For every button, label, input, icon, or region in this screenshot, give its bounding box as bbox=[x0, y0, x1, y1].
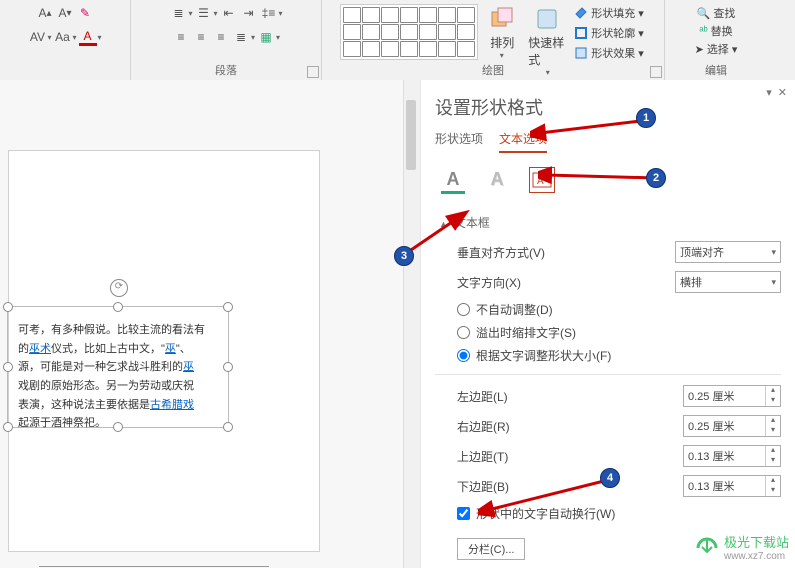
shape-effects-button[interactable]: 形状效果 ▾ bbox=[572, 44, 646, 62]
svg-text:A: A bbox=[537, 176, 544, 187]
replace-button[interactable]: ᵃᵇ替换 bbox=[697, 22, 734, 40]
badge-3: 3 bbox=[394, 246, 414, 266]
handle-w[interactable] bbox=[3, 362, 13, 372]
arrange-icon bbox=[488, 6, 516, 34]
handle-e[interactable] bbox=[223, 362, 233, 372]
margin-left-label: 左边距(L) bbox=[457, 388, 508, 405]
margin-top-label: 上边距(T) bbox=[457, 448, 508, 465]
handle-nw[interactable] bbox=[3, 302, 13, 312]
ruler-line bbox=[39, 566, 269, 567]
scroll-thumb[interactable] bbox=[406, 100, 416, 170]
handle-n[interactable] bbox=[113, 302, 123, 312]
logo-icon bbox=[694, 534, 720, 560]
cursor-icon: ➤ bbox=[695, 43, 704, 56]
shapes-gallery[interactable] bbox=[340, 4, 478, 60]
bullets-icon[interactable]: ≣ bbox=[169, 4, 187, 22]
link-wu[interactable]: 巫 bbox=[165, 343, 176, 355]
dir-select[interactable]: 横排▾ bbox=[675, 271, 781, 293]
handle-se[interactable] bbox=[223, 422, 233, 432]
drawing-dialog-icon[interactable] bbox=[650, 66, 662, 78]
link-wu2[interactable]: 巫 bbox=[183, 361, 194, 373]
bucket-icon bbox=[574, 6, 588, 20]
margin-left-input[interactable]: 0.25 厘米▴▾ bbox=[683, 385, 781, 407]
effects-icon bbox=[574, 46, 588, 60]
pane-tabs: 形状选项 文本选项 bbox=[435, 130, 781, 153]
pane-dropdown-icon[interactable]: ▾ bbox=[766, 86, 772, 99]
paragraph-dialog-icon[interactable] bbox=[307, 66, 319, 78]
margin-bottom-label: 下边距(B) bbox=[457, 478, 509, 495]
arrange-button[interactable]: 排列▾ bbox=[480, 4, 524, 62]
margin-top-input[interactable]: 0.13 厘米▴▾ bbox=[683, 445, 781, 467]
select-button[interactable]: ➤选择 ▾ bbox=[693, 40, 740, 58]
font-group: A▴ A▾ ✎ AV▾ Aa▾ A▾ bbox=[0, 0, 131, 80]
margin-right-input[interactable]: 0.25 厘米▴▾ bbox=[683, 415, 781, 437]
wrap-checkbox[interactable]: 形状中的文字自动换行(W) bbox=[457, 505, 781, 522]
textbox-selection[interactable]: ⟳ 可考，有多种假说。比较主流的看法有 的巫术仪式，比如上古中文，"巫"、 源，… bbox=[7, 306, 229, 428]
clear-format-icon[interactable]: ✎ bbox=[76, 4, 94, 22]
numbering-icon[interactable]: ☰ bbox=[194, 4, 212, 22]
align-center-icon[interactable]: ≡ bbox=[192, 28, 210, 46]
valign-label: 垂直对齐方式(V) bbox=[457, 244, 545, 261]
badge-1: 1 bbox=[636, 108, 656, 128]
shape-fill-button[interactable]: 形状填充 ▾ bbox=[572, 4, 646, 22]
replace-icon: ᵃᵇ bbox=[699, 25, 707, 37]
editing-group: 🔍查找 ᵃᵇ替换 ➤选择 ▾ 编辑 bbox=[665, 0, 767, 80]
rotate-handle[interactable]: ⟳ bbox=[110, 279, 128, 297]
scrollbar[interactable] bbox=[403, 80, 420, 568]
badge-2: 2 bbox=[646, 168, 666, 188]
chevron-down-icon: ▾ bbox=[771, 247, 776, 258]
badge-4: 4 bbox=[600, 468, 620, 488]
watermark: 极光下载站www.xz7.com bbox=[694, 532, 789, 562]
link-wushu[interactable]: 巫术 bbox=[29, 343, 51, 355]
align-left-icon[interactable]: ≡ bbox=[172, 28, 190, 46]
drawing-label: 绘图 bbox=[322, 62, 664, 78]
quickstyle-icon bbox=[534, 6, 562, 34]
align-right-icon[interactable]: ≡ bbox=[212, 28, 230, 46]
search-icon: 🔍 bbox=[697, 7, 711, 20]
ribbon: A▴ A▾ ✎ AV▾ Aa▾ A▾ ≣▾ ☰▾ ⇤ ⇥ ‡≡▾ ≡ ≡ ≡ ≣… bbox=[0, 0, 795, 81]
outline-icon bbox=[574, 26, 588, 40]
dir-label: 文字方向(X) bbox=[457, 274, 521, 291]
char-shading-icon[interactable]: AV bbox=[28, 28, 46, 46]
valign-select[interactable]: 顶端对齐▾ bbox=[675, 241, 781, 263]
decrease-font-icon[interactable]: A▾ bbox=[56, 4, 74, 22]
textbox-icon[interactable]: A bbox=[529, 167, 555, 193]
handle-ne[interactable] bbox=[223, 302, 233, 312]
text-effects-icon[interactable]: A bbox=[485, 167, 509, 191]
pane-close-icon[interactable]: ✕ bbox=[778, 86, 787, 99]
link-greek[interactable]: 古希腊戏 bbox=[150, 399, 194, 411]
justify-icon[interactable]: ≣ bbox=[232, 28, 250, 46]
format-shape-pane: ▾✕ 设置形状格式 形状选项 文本选项 A A A 文本框 垂直对齐方式(V) … bbox=[420, 80, 795, 568]
document-area: ⟳ 可考，有多种假说。比较主流的看法有 的巫术仪式，比如上古中文，"巫"、 源，… bbox=[0, 80, 420, 568]
paragraph-label: 段落 bbox=[131, 62, 321, 78]
line-spacing-icon[interactable]: ‡≡ bbox=[260, 4, 278, 22]
change-case-icon[interactable]: Aa bbox=[53, 28, 71, 46]
margin-right-label: 右边距(R) bbox=[457, 418, 510, 435]
handle-s[interactable] bbox=[113, 422, 123, 432]
indent-dec-icon[interactable]: ⇤ bbox=[220, 4, 238, 22]
text-fill-icon[interactable]: A bbox=[441, 167, 465, 194]
slide: ⟳ 可考，有多种假说。比较主流的看法有 的巫术仪式，比如上古中文，"巫"、 源，… bbox=[8, 150, 320, 552]
increase-font-icon[interactable]: A▴ bbox=[36, 4, 54, 22]
tab-shape-options[interactable]: 形状选项 bbox=[435, 130, 483, 153]
margin-bottom-input[interactable]: 0.13 厘米▴▾ bbox=[683, 475, 781, 497]
editing-label: 编辑 bbox=[665, 62, 767, 78]
tab-text-options[interactable]: 文本选项 bbox=[499, 130, 547, 153]
radio-shrink[interactable]: 溢出时缩排文字(S) bbox=[457, 324, 781, 341]
find-button[interactable]: 🔍查找 bbox=[695, 4, 738, 22]
radio-resize[interactable]: 根据文字调整形状大小(F) bbox=[457, 347, 781, 364]
handle-sw[interactable] bbox=[3, 422, 13, 432]
section-textbox[interactable]: 文本框 bbox=[439, 214, 781, 231]
indent-inc-icon[interactable]: ⇥ bbox=[240, 4, 258, 22]
columns-button[interactable]: 分栏(C)... bbox=[457, 538, 525, 560]
pane-title: 设置形状格式 bbox=[435, 94, 781, 120]
radio-noauto[interactable]: 不自动调整(D) bbox=[457, 301, 781, 318]
shape-outline-button[interactable]: 形状轮廓 ▾ bbox=[572, 24, 646, 42]
chevron-down-icon: ▾ bbox=[771, 277, 776, 288]
font-color-icon[interactable]: A bbox=[79, 29, 97, 46]
drawing-group: 排列▾ 快速样式▾ 形状填充 ▾ 形状轮廓 ▾ 形状效果 ▾ 绘图 bbox=[322, 0, 665, 80]
paragraph-group: ≣▾ ☰▾ ⇤ ⇥ ‡≡▾ ≡ ≡ ≡ ≣ ▾ ▦▾ 段落 bbox=[131, 0, 322, 80]
smartart-icon[interactable]: ▦ bbox=[257, 28, 275, 46]
